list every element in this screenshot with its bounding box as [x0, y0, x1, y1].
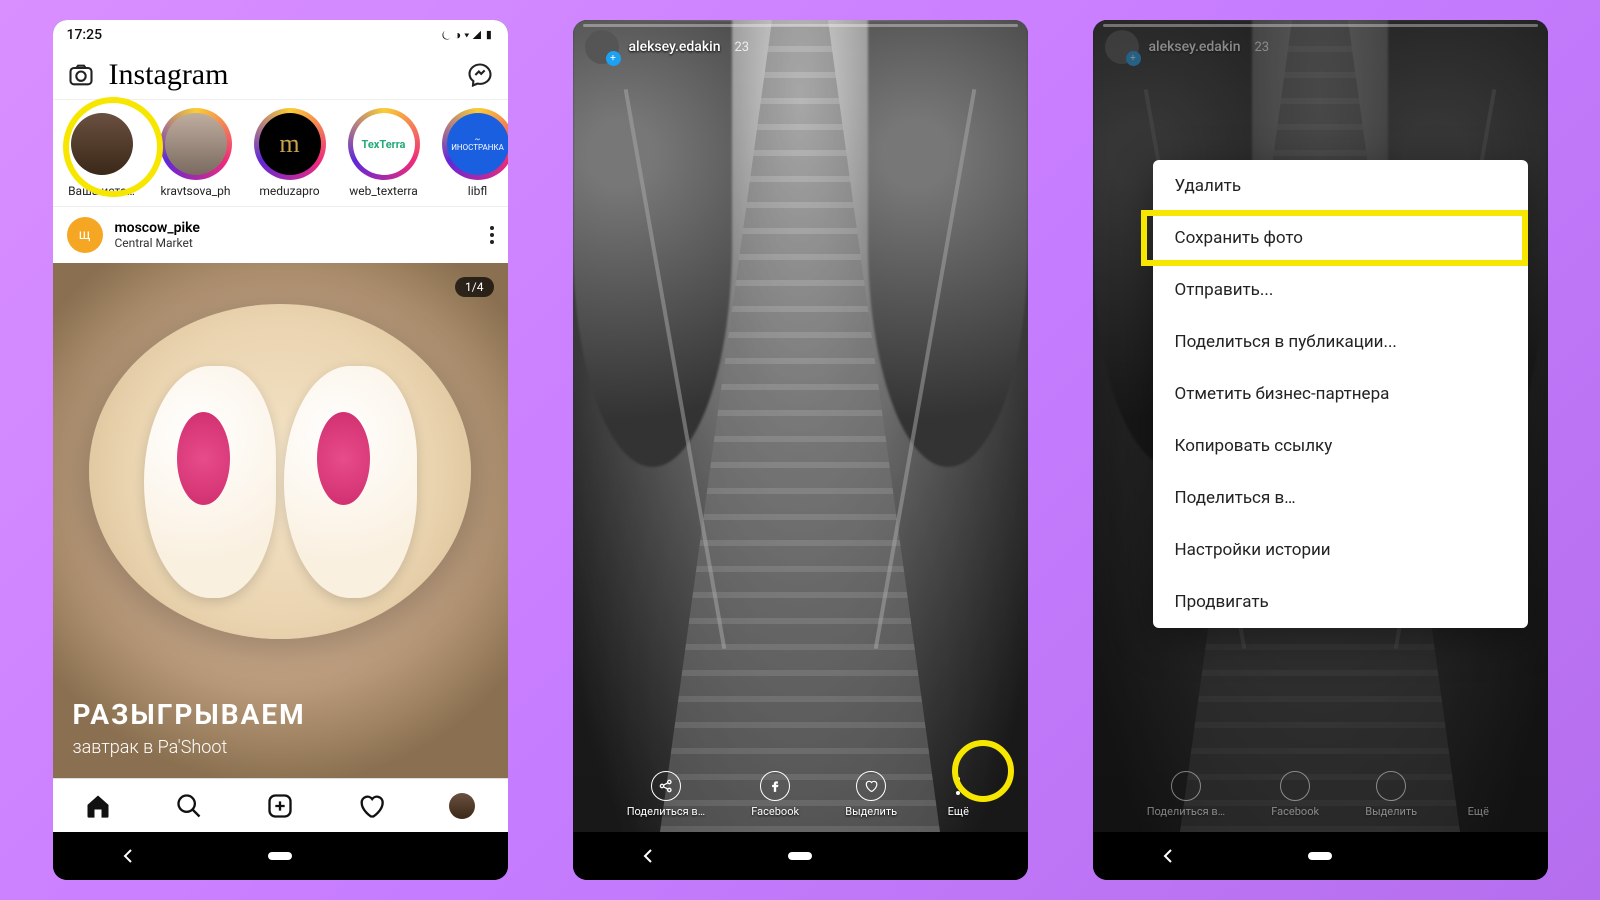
- stories-row[interactable]: Ваша исто… kravtsova_ph m meduzapro TexT…: [53, 100, 508, 207]
- action-more[interactable]: Ещё: [943, 771, 973, 818]
- phone-feed: 17:25 ⏾ ◑ ▾ ◢ ▮ Instagram Ваша исто…: [53, 20, 508, 880]
- story-viewer[interactable]: + aleksey.edakin 23 Поделиться в… Facebo…: [573, 20, 1028, 832]
- status-time: 17:25: [67, 27, 103, 43]
- home-key[interactable]: [268, 844, 292, 868]
- home-key[interactable]: [1308, 844, 1332, 868]
- carousel-pager: 1/4: [455, 277, 493, 297]
- menu-item-promote[interactable]: Продвигать: [1153, 576, 1528, 628]
- android-nav: [573, 832, 1028, 880]
- story-username: aleksey.edakin: [1149, 39, 1241, 55]
- story-actions: Поделиться в… Facebook Выделить Ещё: [573, 771, 1028, 818]
- nav-search-icon[interactable]: [175, 792, 203, 820]
- android-nav: [1093, 832, 1548, 880]
- back-key[interactable]: [636, 844, 660, 868]
- story-avatar[interactable]: +: [585, 30, 619, 64]
- story-actions-dim: Поделиться в… Facebook Выделить Ещё: [1093, 771, 1548, 818]
- back-key[interactable]: [116, 844, 140, 868]
- menu-item-tag-partner[interactable]: Отметить бизнес-партнера: [1153, 368, 1528, 420]
- story-progress: [1103, 24, 1538, 27]
- post-caption: РАЗЫГРЫВАЕМ завтрак в Pa'Shoot: [73, 698, 306, 758]
- story-timeago: 23: [735, 40, 750, 55]
- menu-item-share-post[interactable]: Поделиться в публикации...: [1153, 316, 1528, 368]
- story-own[interactable]: Ваша исто…: [63, 108, 141, 198]
- action-highlight[interactable]: Выделить: [845, 771, 897, 818]
- android-nav: [53, 832, 508, 880]
- post-avatar[interactable]: щ: [67, 217, 103, 253]
- post-username[interactable]: moscow_pike: [115, 220, 200, 236]
- story-timeago: 23: [1255, 40, 1270, 55]
- menu-item-save-photo[interactable]: Сохранить фото: [1153, 212, 1528, 264]
- phone-story-menu: + aleksey.edakin 23 Поделиться в… Facebo…: [1093, 20, 1548, 880]
- facebook-icon: [760, 771, 790, 801]
- status-bar: 17:25 ⏾ ◑ ▾ ◢ ▮: [53, 20, 508, 50]
- app-header: Instagram: [53, 50, 508, 100]
- nav-activity-icon[interactable]: [357, 792, 385, 820]
- status-icons: ⏾ ◑ ▾ ◢ ▮: [442, 28, 494, 43]
- menu-item-delete[interactable]: Удалить: [1153, 160, 1528, 212]
- action-facebook[interactable]: Facebook: [751, 771, 799, 818]
- story-progress: [583, 24, 1018, 27]
- menu-item-story-settings[interactable]: Настройки истории: [1153, 524, 1528, 576]
- share-icon: [651, 771, 681, 801]
- nav-home-icon[interactable]: [84, 792, 112, 820]
- camera-icon[interactable]: [67, 61, 95, 89]
- nav-add-icon[interactable]: [266, 792, 294, 820]
- phone-story-view: + aleksey.edakin 23 Поделиться в… Facebo…: [573, 20, 1028, 880]
- menu-item-send[interactable]: Отправить...: [1153, 264, 1528, 316]
- menu-item-share-in[interactable]: Поделиться в…: [1153, 472, 1528, 524]
- post-location[interactable]: Central Market: [115, 236, 200, 250]
- menu-item-copy-link[interactable]: Копировать ссылку: [1153, 420, 1528, 472]
- story-item[interactable]: ~ ИНОСТРАНКА libfl: [439, 108, 508, 198]
- back-key[interactable]: [1156, 844, 1180, 868]
- home-key[interactable]: [788, 844, 812, 868]
- more-icon: [943, 771, 973, 801]
- highlight-icon: [856, 771, 886, 801]
- story-avatar: +: [1105, 30, 1139, 64]
- post-image[interactable]: 1/4 РАЗЫГРЫВАЕМ завтрак в Pa'Shoot: [53, 263, 508, 778]
- context-menu: Удалить Сохранить фото Отправить... Поде…: [1153, 160, 1528, 628]
- story-viewer-dim: + aleksey.edakin 23 Поделиться в… Facebo…: [1093, 20, 1548, 832]
- messenger-icon[interactable]: [466, 61, 494, 89]
- story-item[interactable]: m meduzapro: [251, 108, 329, 198]
- story-username[interactable]: aleksey.edakin: [629, 39, 721, 55]
- add-icon: +: [606, 51, 621, 66]
- post-options-icon[interactable]: [490, 226, 494, 244]
- action-share[interactable]: Поделиться в…: [627, 771, 705, 818]
- story-item[interactable]: TexTerra web_texterra: [345, 108, 423, 198]
- story-item[interactable]: kravtsova_ph: [157, 108, 235, 198]
- bottom-nav: [53, 778, 508, 832]
- nav-profile-icon[interactable]: [448, 792, 476, 820]
- post-header[interactable]: щ moscow_pike Central Market: [53, 207, 508, 263]
- app-logo: Instagram: [109, 58, 229, 92]
